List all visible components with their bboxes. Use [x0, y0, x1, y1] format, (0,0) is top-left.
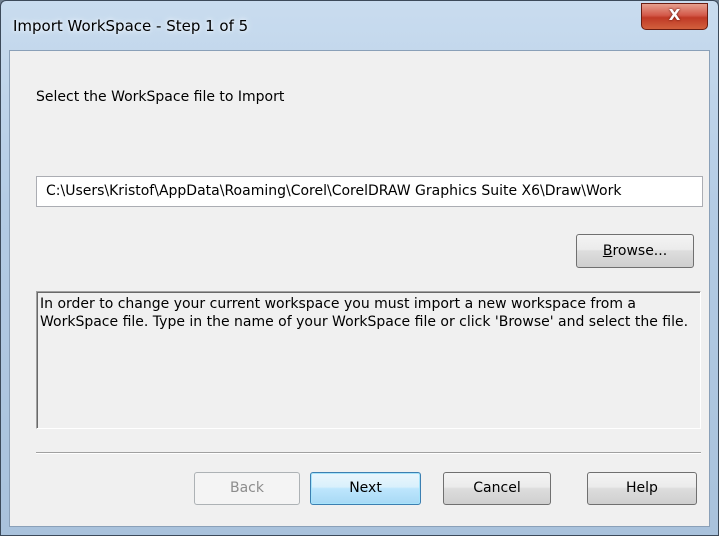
file-path-input[interactable]: C:\Users\Kristof\AppData\Roaming\Corel\C… — [36, 176, 703, 207]
divider — [36, 452, 701, 454]
next-button[interactable]: Next — [310, 472, 421, 505]
cancel-button[interactable]: Cancel — [443, 472, 551, 505]
description-text: In order to change your current workspac… — [40, 296, 689, 330]
browse-label: Browse... — [603, 236, 667, 267]
title-bar[interactable]: Import WorkSpace - Step 1 of 5 X — [1, 1, 718, 49]
dialog-window: Import WorkSpace - Step 1 of 5 X Select … — [0, 0, 719, 536]
back-button[interactable]: Back — [194, 472, 300, 505]
description-box: In order to change your current workspac… — [36, 291, 701, 429]
back-label: Back — [230, 480, 264, 496]
browse-button[interactable]: Browse... — [576, 234, 694, 268]
window-title: Import WorkSpace - Step 1 of 5 — [13, 17, 249, 35]
browse-label-rest: rowse... — [612, 242, 668, 259]
cancel-label: Cancel — [473, 480, 521, 496]
help-label: Help — [626, 480, 658, 496]
browse-label-accelerator: B — [602, 242, 613, 259]
next-label: Next — [349, 480, 382, 496]
dialog-body: Select the WorkSpace file to Import C:\U… — [9, 50, 710, 527]
help-button[interactable]: Help — [587, 472, 697, 505]
close-button[interactable]: X — [641, 3, 708, 30]
prompt-label: Select the WorkSpace file to Import — [36, 89, 285, 105]
close-icon: X — [668, 6, 681, 24]
